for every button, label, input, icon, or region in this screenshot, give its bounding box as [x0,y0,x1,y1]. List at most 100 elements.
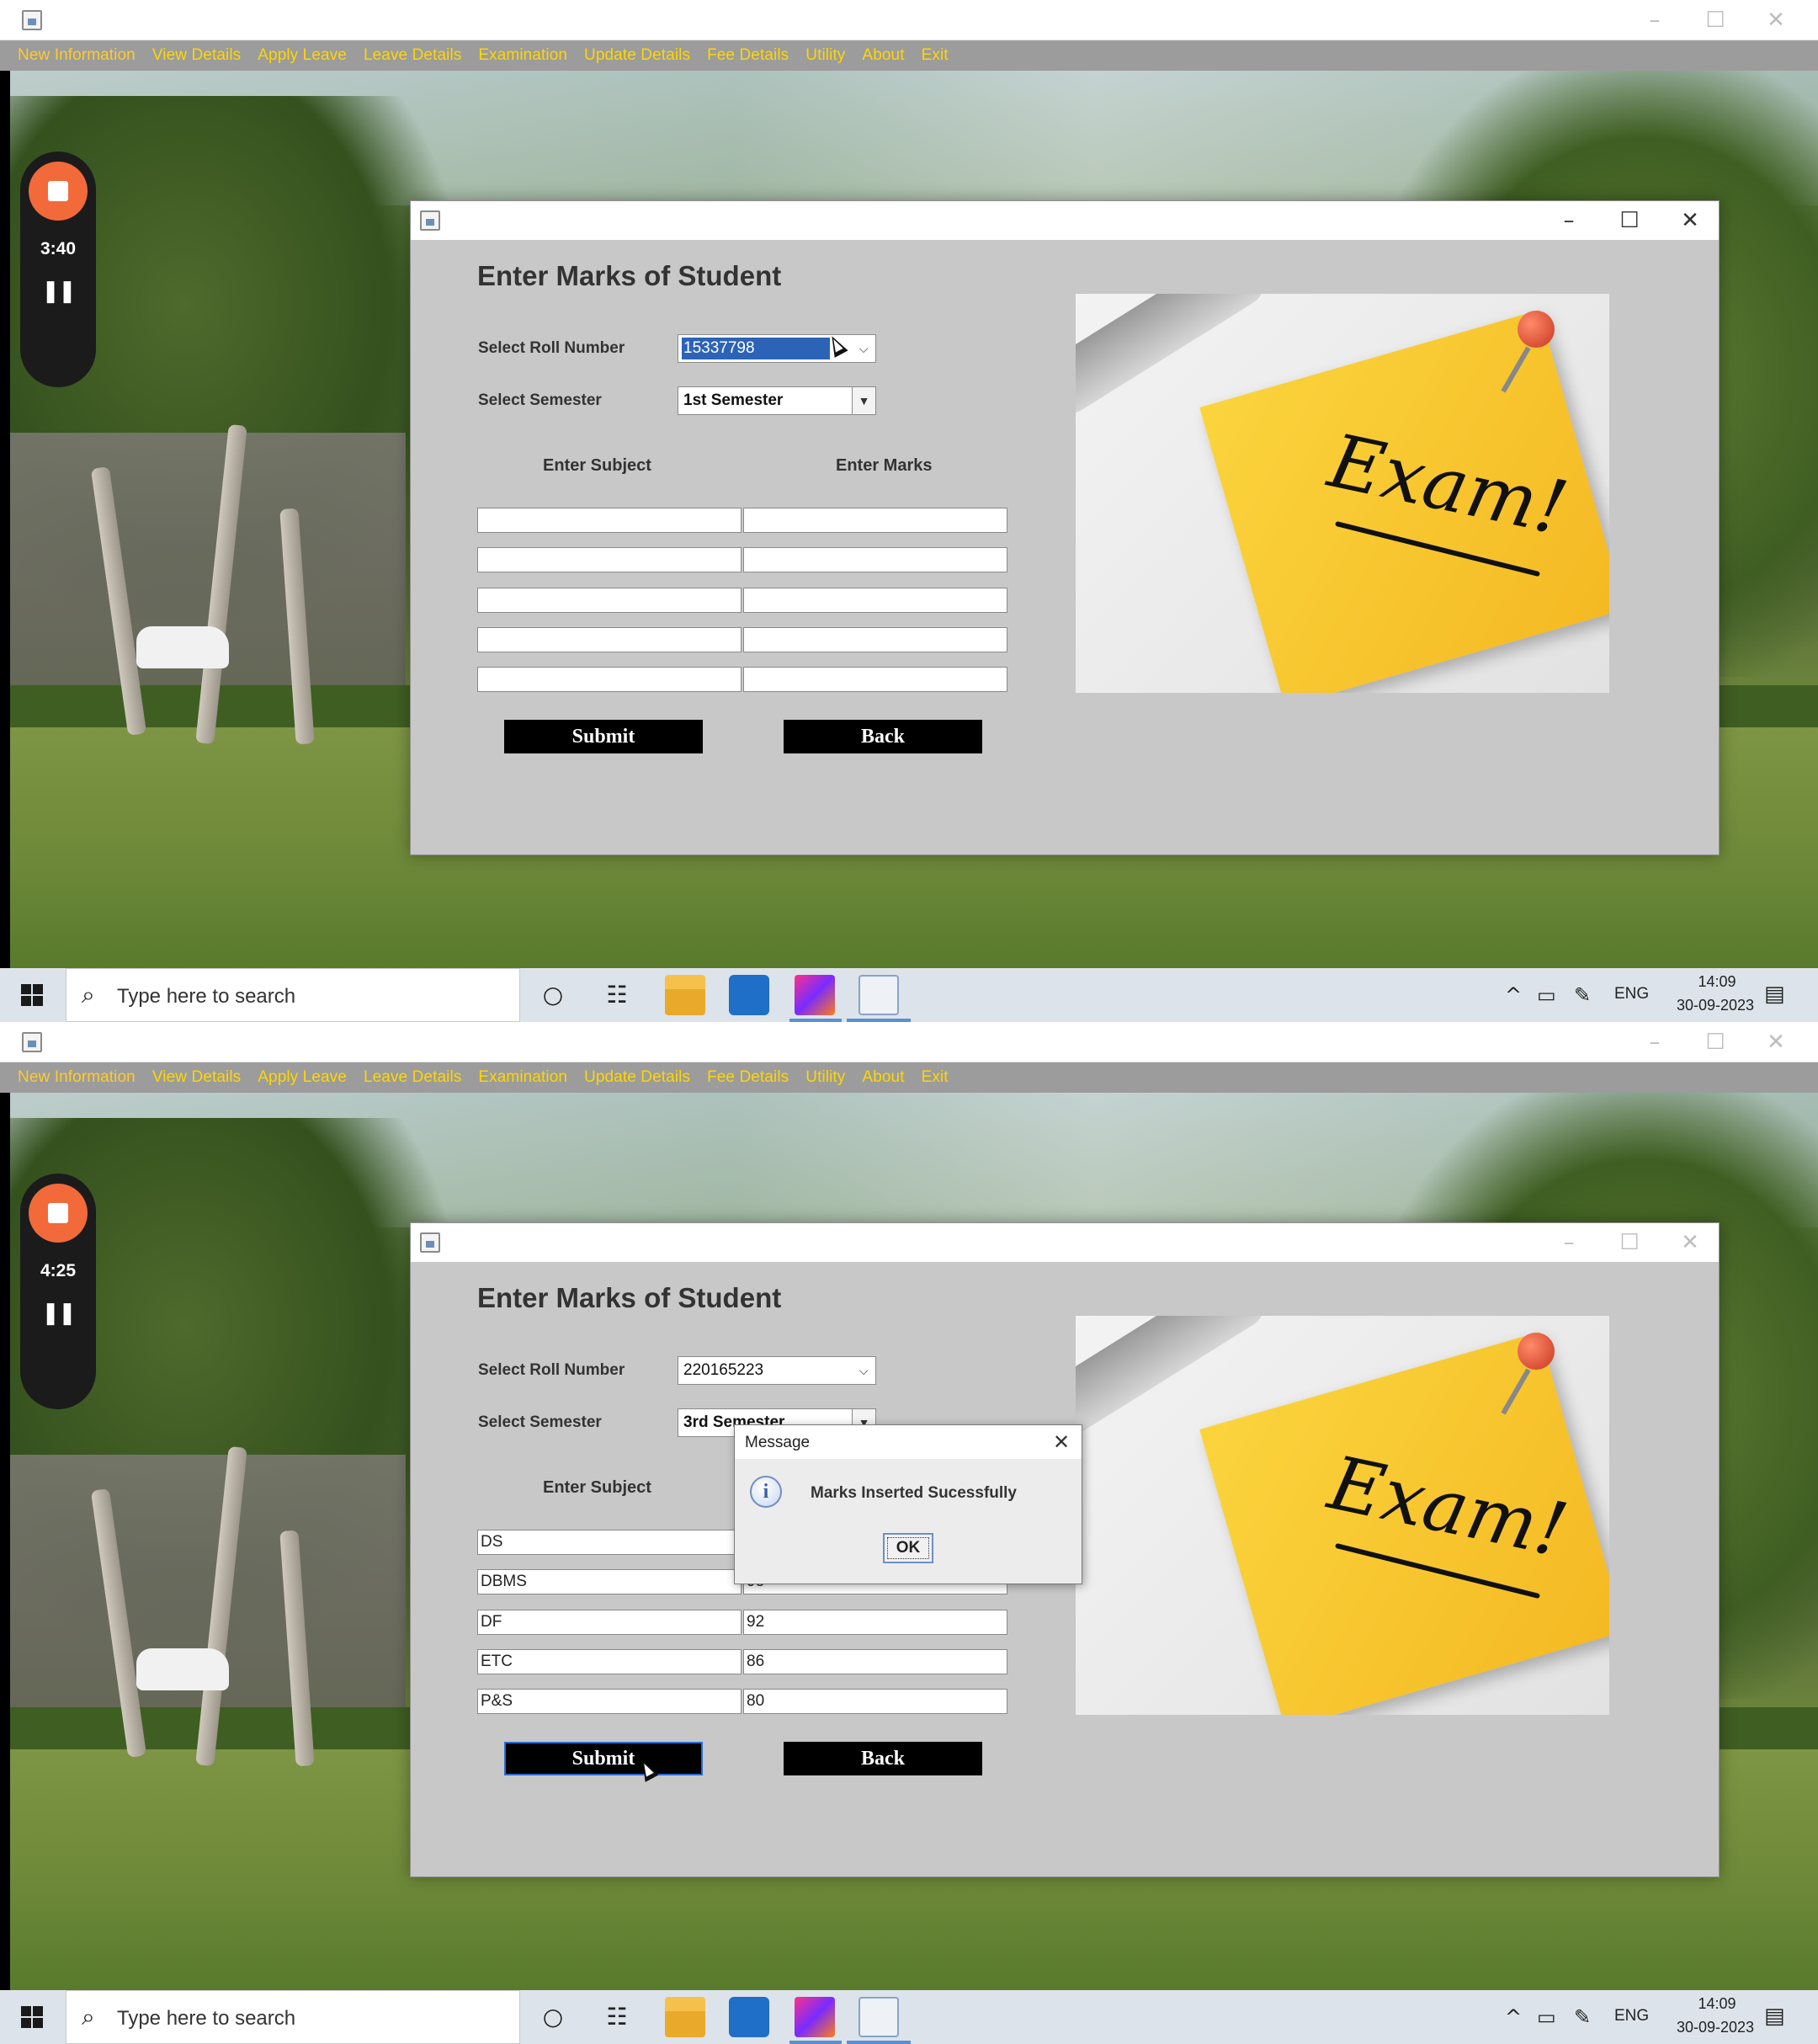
marks-field-3[interactable]: 92 [743,1610,1007,1635]
taskbar-search-box[interactable]: ⌕ Type here to search [66,968,520,1022]
marks-field-4[interactable]: 86 [743,1649,1007,1674]
language-indicator[interactable]: ENG [1614,985,1649,1003]
file-explorer-icon[interactable] [665,1997,705,2037]
menu-view-details[interactable]: View Details [152,46,241,65]
menu-update-details[interactable]: Update Details [584,46,690,65]
clock-time[interactable]: 14:09 [1680,1995,1754,2013]
intellij-icon[interactable] [795,975,835,1015]
record-stop-icon[interactable] [29,1184,88,1243]
marks-field-5[interactable] [743,667,1007,692]
subject-field-4[interactable]: ETC [477,1649,742,1674]
subject-field-2[interactable]: DBMS [477,1569,742,1594]
battery-icon[interactable]: ▭ [1537,2005,1556,2029]
subject-field-1[interactable] [477,508,742,533]
task-view-icon[interactable]: ☷ [600,978,634,1012]
store-icon[interactable] [729,975,769,1015]
windows-start-icon[interactable] [0,968,64,1022]
ok-button[interactable]: OK [883,1533,933,1563]
menu-new-information[interactable]: New Information [18,46,136,65]
menu-exit[interactable]: Exit [922,46,949,65]
subject-field-3[interactable] [477,588,742,613]
marks-field-5[interactable]: 80 [743,1689,1007,1714]
chevron-up-icon[interactable]: ^ [1505,2005,1522,2029]
menu-update-details[interactable]: Update Details [584,1068,690,1087]
menu-exit[interactable]: Exit [922,1068,949,1087]
store-icon[interactable] [729,1997,769,2037]
menu-leave-details[interactable]: Leave Details [364,1068,461,1087]
close-icon[interactable]: ✕ [1746,1022,1806,1062]
subject-column-header: Enter Subject [543,456,651,475]
notification-icon[interactable]: ▤ [1764,2004,1785,2029]
menu-apply-leave[interactable]: Apply Leave [258,46,347,65]
menu-fee-details[interactable]: Fee Details [707,1068,789,1087]
menu-about[interactable]: About [862,46,904,65]
chevron-down-icon[interactable]: ⌵ [852,1357,875,1384]
semester-dropdown[interactable]: 1st Semester ▼ [678,386,876,415]
subject-field-3[interactable]: DF [477,1610,742,1635]
subject-field-5[interactable]: P&S [477,1689,742,1714]
close-icon[interactable]: ✕ [1746,0,1806,40]
subject-field-1[interactable]: DS [477,1530,742,1555]
enter-marks-titlebar: – ☐ ✕ [411,1223,1719,1262]
windows-start-icon[interactable] [0,1990,64,2044]
menu-utility[interactable]: Utility [805,1068,845,1087]
submit-button[interactable]: Submit [504,720,703,753]
notification-icon[interactable]: ▤ [1764,982,1785,1007]
marks-field-3[interactable] [743,588,1007,613]
maximize-icon[interactable]: ☐ [1685,0,1746,40]
subject-field-5[interactable] [477,667,742,692]
semester-label: Select Semester [478,391,602,409]
subject-field-2[interactable] [477,547,742,572]
menu-utility[interactable]: Utility [805,46,845,65]
cortana-icon[interactable]: ○ [536,2000,570,2034]
back-button[interactable]: Back [784,720,982,753]
menu-fee-details[interactable]: Fee Details [707,46,789,65]
close-icon[interactable]: ✕ [1045,1425,1078,1459]
back-button[interactable]: Back [784,1742,982,1775]
minimize-icon[interactable]: – [1539,1223,1599,1262]
pen-icon[interactable]: ✎ [1574,983,1591,1007]
clock-date[interactable]: 30-09-2023 [1658,2019,1773,2036]
marks-field-4[interactable] [743,627,1007,652]
submit-button[interactable]: Submit [504,1742,703,1775]
menu-examination[interactable]: Examination [478,1068,567,1087]
intellij-icon[interactable] [795,1997,835,2037]
marks-field-2[interactable] [743,547,1007,572]
minimize-icon[interactable]: – [1624,1022,1685,1062]
maximize-icon[interactable]: ☐ [1685,1022,1746,1062]
record-stop-icon[interactable] [29,162,88,221]
task-view-icon[interactable]: ☷ [600,2000,634,2034]
pause-icon[interactable]: ❚❚ [20,1300,96,1326]
maximize-icon[interactable]: ☐ [1599,1223,1660,1262]
pen-icon[interactable]: ✎ [1574,2005,1591,2029]
cortana-icon[interactable]: ○ [536,978,570,1012]
menu-new-information[interactable]: New Information [18,1068,136,1087]
menu-about[interactable]: About [862,1068,904,1087]
marks-field-1[interactable] [743,508,1007,533]
java-taskbar-icon[interactable] [858,1997,899,2037]
pause-icon[interactable]: ❚❚ [20,278,96,304]
subject-field-4[interactable] [477,627,742,652]
chevron-down-icon[interactable]: ⌵ [852,335,875,362]
roll-number-dropdown[interactable]: 220165223 ⌵ [678,1356,876,1385]
menu-examination[interactable]: Examination [478,46,567,65]
minimize-icon[interactable]: – [1624,0,1685,40]
java-taskbar-icon[interactable] [858,975,899,1015]
file-explorer-icon[interactable] [665,975,705,1015]
recorder-time: 4:25 [40,1261,77,1280]
dropdown-arrow-icon[interactable]: ▼ [852,387,875,414]
taskbar-search-box[interactable]: ⌕ Type here to search [66,1990,520,2044]
clock-time[interactable]: 14:09 [1680,973,1754,991]
close-icon[interactable]: ✕ [1660,1223,1720,1262]
clock-date[interactable]: 30-09-2023 [1658,997,1773,1014]
menu-view-details[interactable]: View Details [152,1068,241,1087]
screen-recorder-widget: 4:25 ❚❚ [20,1174,96,1409]
language-indicator[interactable]: ENG [1614,2007,1649,2025]
battery-icon[interactable]: ▭ [1537,983,1556,1007]
minimize-icon[interactable]: – [1539,201,1599,240]
menu-leave-details[interactable]: Leave Details [364,46,461,65]
close-icon[interactable]: ✕ [1660,201,1720,240]
menu-apply-leave[interactable]: Apply Leave [258,1068,347,1087]
maximize-icon[interactable]: ☐ [1599,201,1660,240]
chevron-up-icon[interactable]: ^ [1505,983,1522,1007]
